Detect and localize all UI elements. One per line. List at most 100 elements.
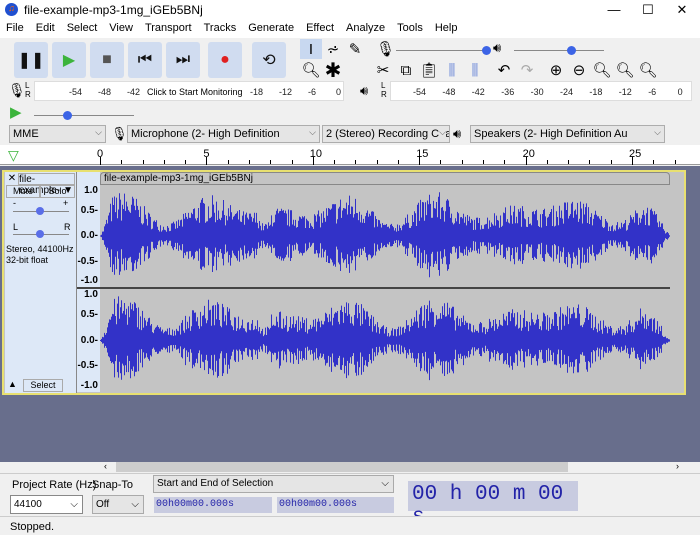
zoom-in-icon[interactable]: ⊕ [545,60,567,80]
scroll-left-icon[interactable]: ‹ [104,461,107,471]
pan-slider-thumb[interactable] [36,230,44,238]
loop-button[interactable]: ⟲ [252,42,286,78]
timeline-tick [440,160,442,164]
record-meter-tick: 0 [336,87,342,97]
playback-meter-tick: -12 [618,87,632,97]
menu-view[interactable]: View [103,20,139,38]
audio-host-select[interactable]: MME ⌵ [9,125,106,143]
menu-tools[interactable]: Tools [391,20,429,38]
status-text: Stopped. [10,521,55,533]
timeline-ruler[interactable]: ▽ 0 5 10 15 20 25 [0,145,700,165]
fit-selection-icon[interactable]: 🔍︎ [591,60,613,80]
scroll-right-icon[interactable]: › [676,461,679,471]
pan-left-label: L [13,222,19,232]
playback-volume-thumb[interactable] [567,46,576,55]
selection-mode-select[interactable]: Start and End of Selection ⌵ [153,475,394,493]
speed-slider-thumb[interactable] [63,111,72,120]
draw-tool-icon[interactable]: ✎ [344,39,366,59]
timeline-tick-label: 20 [522,148,535,160]
waveform-left-channel[interactable] [100,185,670,287]
trim-icon[interactable]: ⫼ [441,60,463,80]
ruler-header [77,172,100,185]
waveform-right-channel[interactable] [100,289,670,392]
zoom-tool-icon[interactable]: 🔍︎ [300,60,322,80]
menu-analyze[interactable]: Analyze [340,20,391,38]
pause-icon: ❚❚ [17,52,45,69]
recording-device-select[interactable]: Microphone (2- High Definition ⌵ [127,125,320,143]
mute-button[interactable]: Mute [6,185,40,198]
record-volume-thumb[interactable] [482,46,491,55]
record-meter-tick: -6 [308,87,317,97]
vertical-ruler-left: 1.0 0.5- 0.0- -0.5- -1.0 [77,185,100,287]
title-bar: ♫ file-example-mp3-1mg_iGEb5BNj — ☐ ✕ [0,0,700,20]
select-track-button[interactable]: Select [23,379,63,392]
silence-icon[interactable]: ⫼ [464,60,486,80]
skip-start-button[interactable]: ⏮ [128,42,162,78]
timeline-tick [546,160,548,164]
cut-icon[interactable]: ✂ [372,60,394,80]
menu-transport[interactable]: Transport [139,20,198,38]
play-at-speed-icon[interactable]: ▶ [10,103,22,121]
undo-icon[interactable]: ↶ [493,60,515,80]
record-volume-slider[interactable] [396,50,486,51]
close-track-icon[interactable]: ✕ [6,173,18,185]
play-meter-lr: LR [381,81,387,99]
audio-position-time[interactable]: 00 h 00 m 00 s [408,481,578,529]
scrollbar-thumb[interactable] [116,462,568,472]
amplitude-tick: 1.0 [84,289,98,300]
menu-file[interactable]: File [0,20,30,38]
timeline-tick [121,160,123,164]
play-button[interactable]: ▶ [52,42,86,78]
playback-device-select[interactable]: Speakers (2- High Definition Au ⌵ [470,125,665,143]
stop-button[interactable]: ■ [90,42,124,78]
pause-button[interactable]: ❚❚ [14,42,48,78]
timeline-tick [163,160,165,164]
close-button[interactable]: ✕ [665,0,699,20]
selection-end-time[interactable]: 00h00m00.000s [277,497,394,513]
menu-edit[interactable]: Edit [30,20,61,38]
solo-button[interactable]: Solo [40,185,75,198]
recording-channels-select[interactable]: 2 (Stereo) Recording Chann ⌵ [322,125,450,143]
menu-help[interactable]: Help [429,20,464,38]
start-monitoring-prompt[interactable]: Click to Start Monitoring [147,87,243,97]
fit-project-icon[interactable]: 🔍︎ [614,60,636,80]
zoom-toggle-icon[interactable]: 🔍︎ [637,60,659,80]
selection-tool-icon[interactable]: I [300,39,322,59]
maximize-button[interactable]: ☐ [631,0,665,20]
multi-tool-icon[interactable]: ✱ [322,60,344,82]
paste-icon[interactable]: 📋︎ [418,60,440,80]
gain-slider-thumb[interactable] [36,207,44,215]
menu-effect[interactable]: Effect [300,20,340,38]
menu-generate[interactable]: Generate [242,20,300,38]
minimize-button[interactable]: — [597,0,631,20]
pinned-play-head-icon[interactable]: ▽ [8,147,19,164]
track-name-menu[interactable]: file-example- ▼ [18,173,75,196]
playback-meter-tick: -36 [501,87,515,97]
project-rate-select[interactable]: 44100 ⌵ [10,495,83,514]
horizontal-scrollbar[interactable]: ‹ › [0,461,700,473]
clip-name[interactable]: file-example-mp3-1mg_iGEb5BNj [100,172,670,185]
record-meter-icon[interactable]: 🎙︎ [8,82,26,99]
record-button[interactable]: ● [208,42,242,78]
zoom-out-icon[interactable]: ⊖ [568,60,590,80]
timeline-tick [504,160,506,164]
collapse-track-icon[interactable]: ▲ [6,379,19,392]
playback-meter-icon[interactable]: 🔊︎ [360,83,368,99]
redo-icon[interactable]: ↷ [516,60,538,80]
track-sample-format: 32-bit float [6,255,49,265]
timeline-tick [227,160,229,164]
playback-volume-slider[interactable] [514,50,604,51]
timeline-tick [312,157,314,165]
selection-start-time[interactable]: 00h00m00.000s [154,497,272,513]
envelope-tool-icon[interactable]: ⩫ [322,39,344,59]
speed-slider[interactable] [34,115,134,116]
amplitude-tick: 0.0- [80,230,98,241]
copy-icon[interactable]: ⧉ [395,60,417,80]
playback-meter-tick: 0 [677,87,683,97]
snap-to-select[interactable]: Off ⌵ [92,495,144,514]
menu-tracks[interactable]: Tracks [198,20,243,38]
timeline-tick [525,157,527,165]
waveform-right [101,296,670,381]
menu-select[interactable]: Select [61,20,104,38]
skip-end-button[interactable]: ⏭ [166,42,200,78]
